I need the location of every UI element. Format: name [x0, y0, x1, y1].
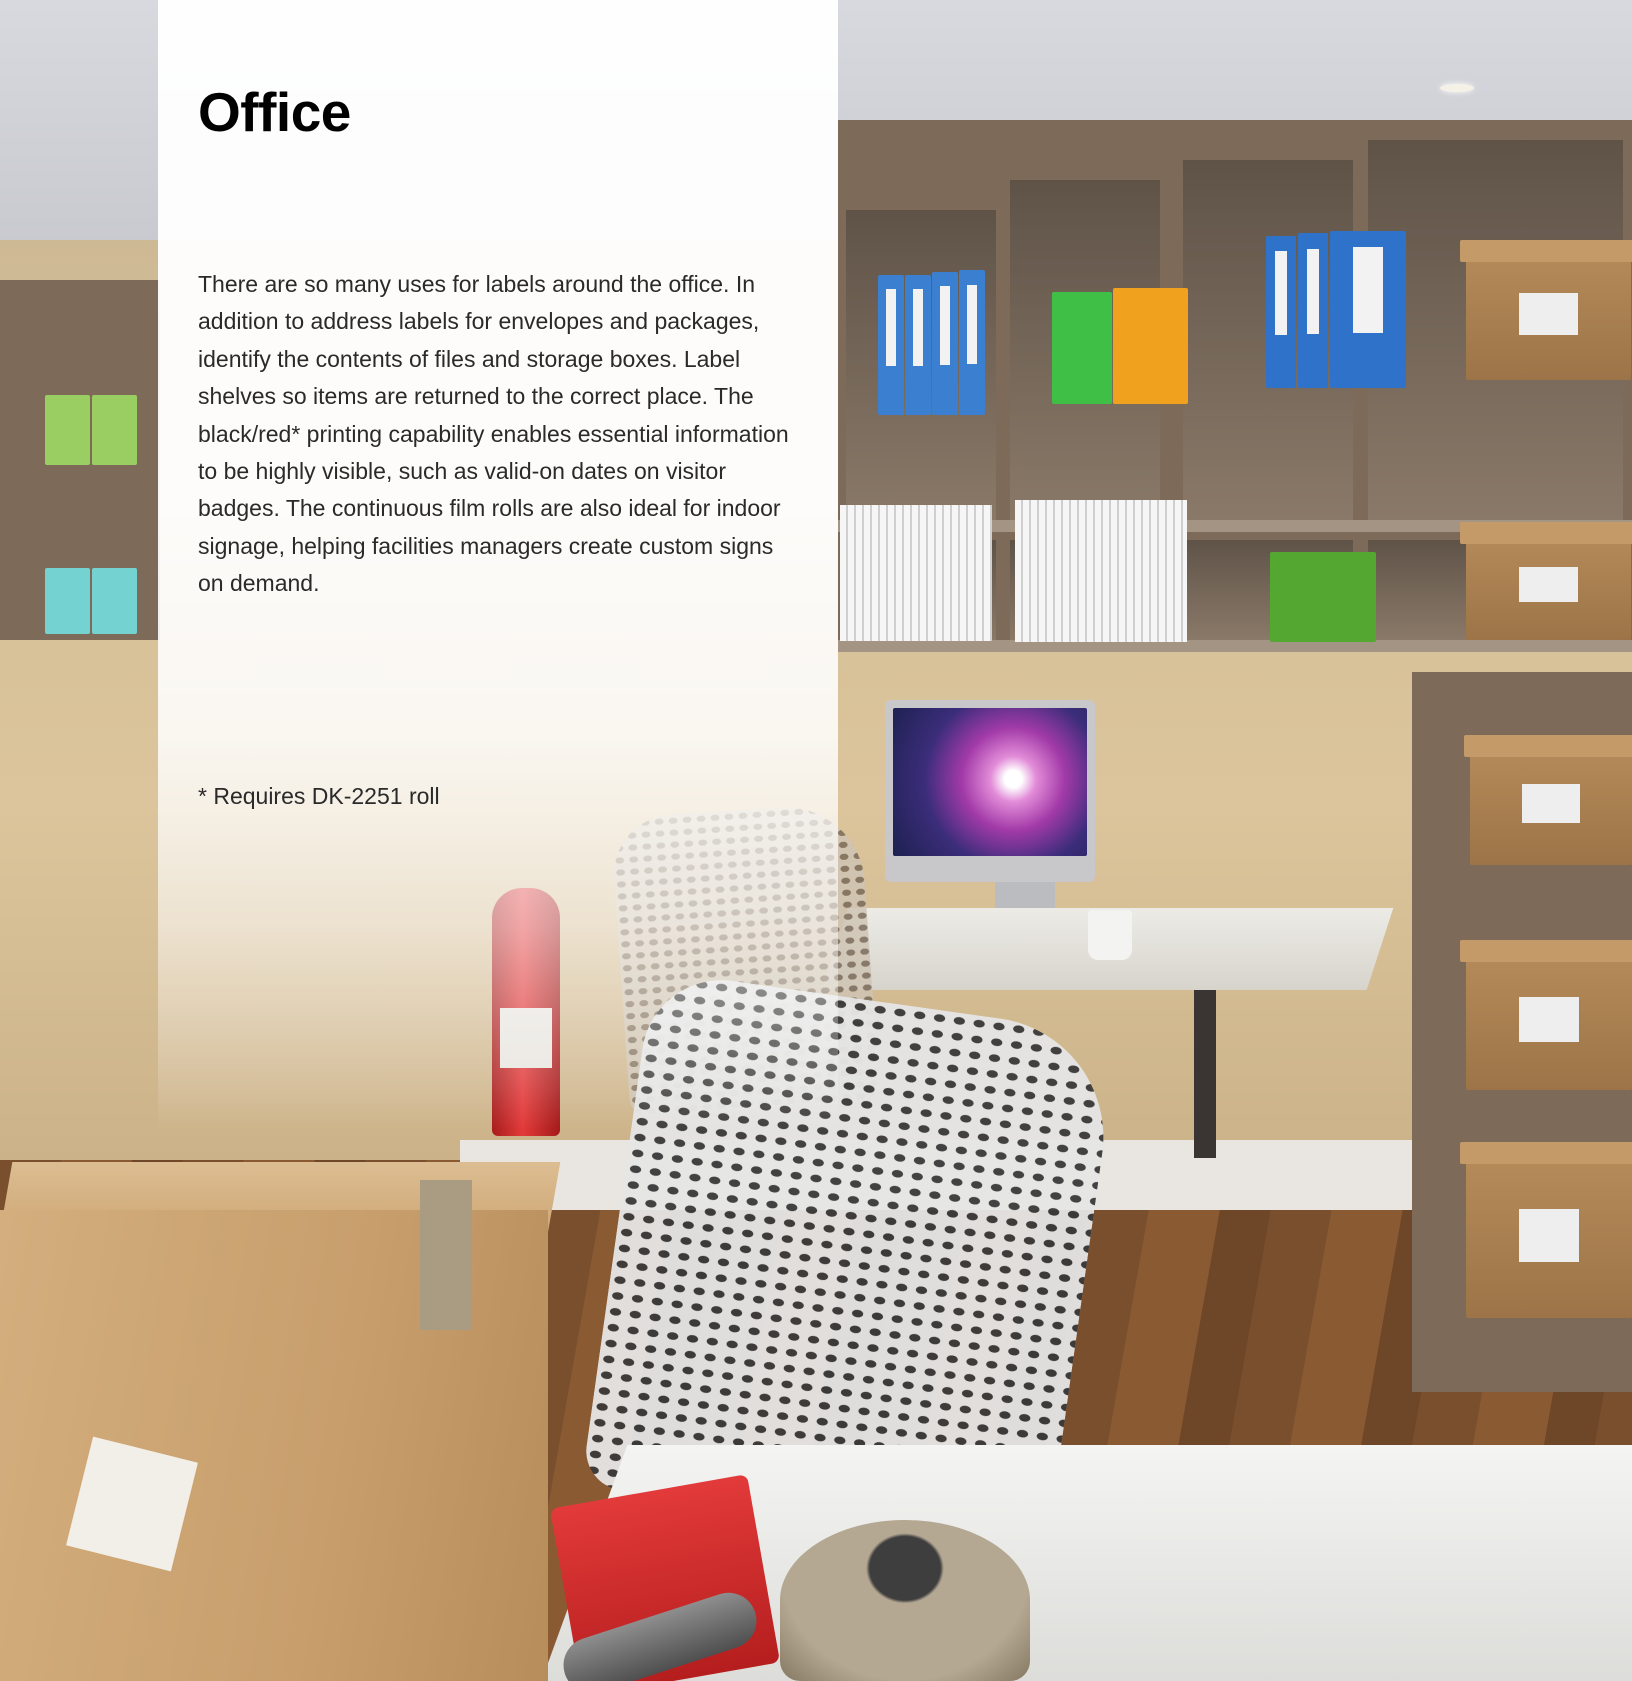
- blue-binder: [1298, 233, 1328, 388]
- desk-leg: [1194, 990, 1216, 1158]
- blue-binder: [959, 270, 985, 415]
- storage-box: [1460, 940, 1632, 1090]
- page-title: Office: [198, 81, 351, 143]
- storage-box: [1460, 522, 1632, 640]
- green-file-box: [92, 395, 137, 465]
- tape-roll: [780, 1520, 1030, 1681]
- ceiling-light-icon: [1440, 84, 1474, 92]
- teal-file-box: [45, 568, 90, 634]
- body-paragraph: There are so many uses for labels around…: [198, 271, 789, 597]
- blue-binder: [1266, 236, 1296, 388]
- orange-file-box: [1113, 288, 1188, 404]
- green-file-box: [1052, 292, 1112, 404]
- packing-tape: [420, 1180, 472, 1330]
- blue-binder: [878, 275, 904, 415]
- teal-file-box: [92, 568, 137, 634]
- footnote: * Requires DK-2251 roll: [198, 783, 440, 809]
- paper-stack: [840, 505, 992, 641]
- blue-binder: [932, 272, 958, 415]
- blue-binder: [905, 275, 931, 415]
- paper-stack: [1015, 500, 1187, 642]
- storage-box: [1464, 735, 1632, 865]
- storage-box: [1460, 240, 1632, 380]
- blue-binder: [1330, 231, 1406, 388]
- computer-monitor: [885, 700, 1095, 882]
- green-file-box: [45, 395, 90, 465]
- storage-box: [1460, 1142, 1632, 1318]
- coffee-mug: [1088, 910, 1132, 960]
- green-file-box: [1270, 552, 1376, 642]
